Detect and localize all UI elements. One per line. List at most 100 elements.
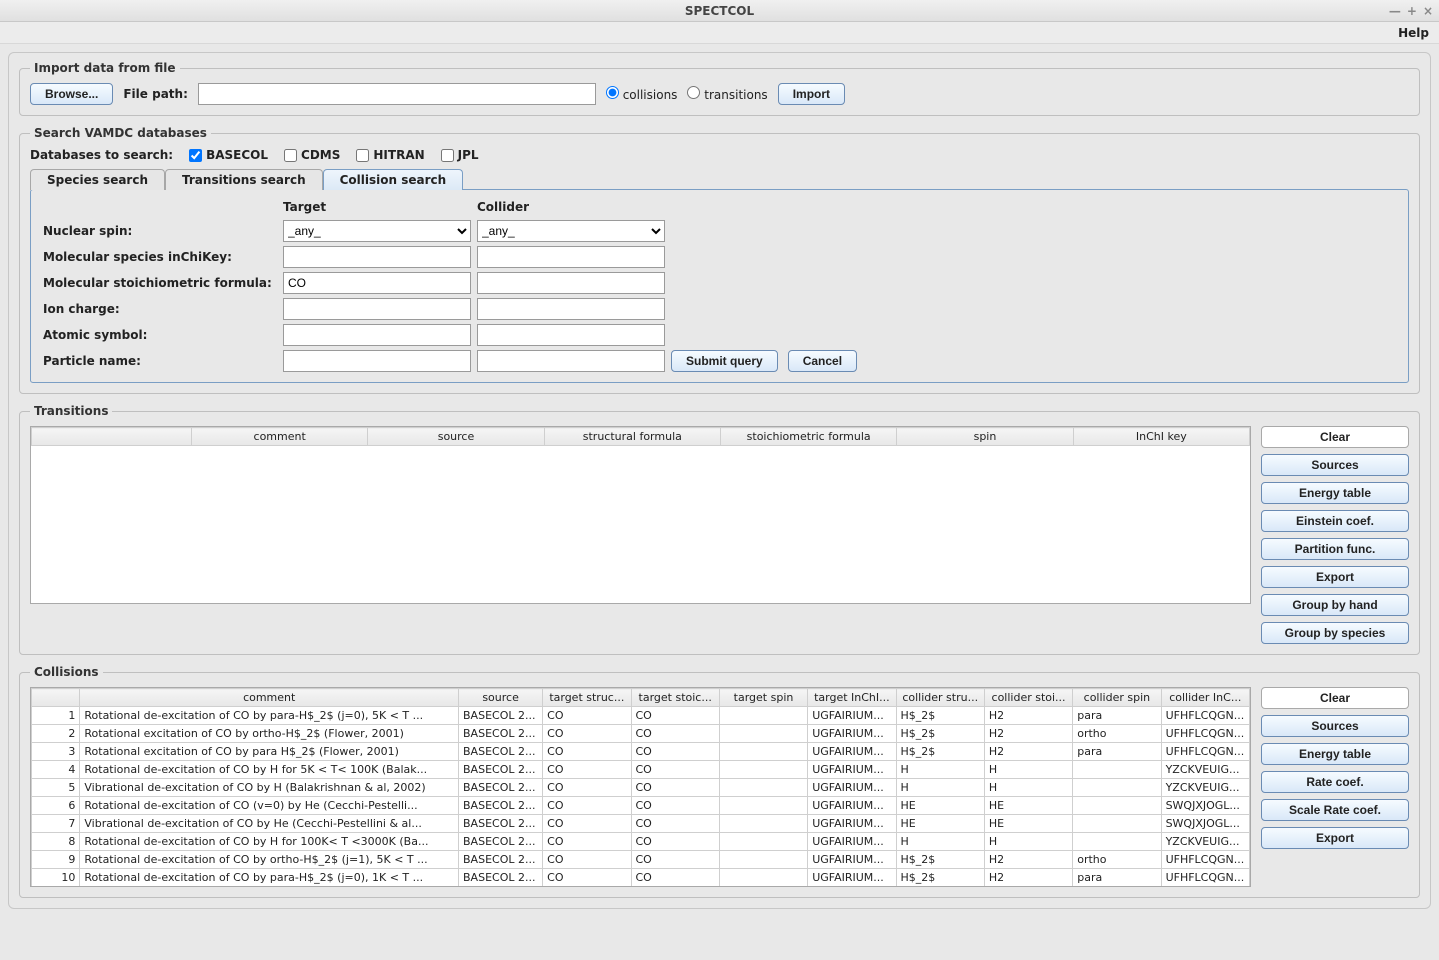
import-section: Import data from file Browse... File pat…: [19, 61, 1420, 116]
ion-charge-label: Ion charge:: [43, 302, 277, 316]
collisions-header[interactable]: [32, 689, 80, 707]
table-cell: H2: [984, 707, 1072, 725]
tab-species[interactable]: Species search: [30, 169, 165, 190]
collisions-header[interactable]: target stoic...: [631, 689, 719, 707]
radio-transitions[interactable]: [687, 86, 700, 99]
minimize-icon[interactable]: —: [1389, 4, 1401, 18]
table-row[interactable]: 7Vibrational de-excitation of CO by He (…: [32, 815, 1250, 833]
collisions-header[interactable]: collider spin: [1073, 689, 1161, 707]
table-row[interactable]: 2Rotational excitation of CO by ortho-H$…: [32, 725, 1250, 743]
menu-help[interactable]: Help: [1398, 26, 1429, 40]
table-row[interactable]: 6 Rotational de-excitation of CO (v=0) b…: [32, 797, 1250, 815]
collider-header: Collider: [477, 200, 665, 216]
transitions-header[interactable]: source: [368, 428, 544, 446]
maximize-icon[interactable]: +: [1407, 4, 1417, 18]
radio-collisions-label[interactable]: collisions: [606, 86, 678, 102]
collider-stoich-input[interactable]: [477, 272, 665, 294]
transitions-export-button[interactable]: Export: [1261, 566, 1409, 588]
tab-transitions-search[interactable]: Transitions search: [165, 169, 323, 190]
table-row[interactable]: 9Rotational de-excitation of CO by ortho…: [32, 851, 1250, 869]
table-cell: CO: [631, 887, 719, 888]
transitions-clear-button[interactable]: Clear: [1261, 426, 1409, 448]
collisions-header[interactable]: collider stru...: [896, 689, 984, 707]
table-cell: HE: [896, 815, 984, 833]
collisions-scale-rate-button[interactable]: Scale Rate coef.: [1261, 799, 1409, 821]
collider-particle-name-input[interactable]: [477, 350, 665, 372]
transitions-energy-button[interactable]: Energy table: [1261, 482, 1409, 504]
target-particle-name-input[interactable]: [283, 350, 471, 372]
collider-inchikey-input[interactable]: [477, 246, 665, 268]
file-path-input[interactable]: [198, 83, 596, 105]
table-cell: UGFAIRIUM...: [808, 725, 896, 743]
collisions-header[interactable]: collider stoi...: [984, 689, 1072, 707]
collisions-rate-button[interactable]: Rate coef.: [1261, 771, 1409, 793]
collisions-table-container[interactable]: commentsourcetarget struc...target stoic…: [30, 687, 1251, 887]
inchikey-label: Molecular species inChiKey:: [43, 250, 277, 264]
collisions-clear-button[interactable]: Clear: [1261, 687, 1409, 709]
collisions-section: Collisions commentsourcetarget struc...t…: [19, 665, 1420, 898]
transitions-header[interactable]: [32, 428, 192, 446]
tab-collision[interactable]: Collision search: [323, 169, 464, 190]
table-row[interactable]: 11Rotational de-excitation of CO by orth…: [32, 887, 1250, 888]
db-jpl[interactable]: JPL: [441, 148, 479, 162]
db-basecol[interactable]: BASECOL: [189, 148, 268, 162]
table-cell: UGFAIRIUM...: [808, 887, 896, 888]
transitions-table-container[interactable]: commentsourcestructural formulastoichiom…: [30, 426, 1251, 604]
collisions-header[interactable]: target struc...: [543, 689, 631, 707]
import-button[interactable]: Import: [778, 83, 845, 105]
collisions-header[interactable]: target spin: [719, 689, 807, 707]
collisions-header[interactable]: source: [459, 689, 543, 707]
transitions-header[interactable]: InChI key: [1073, 428, 1249, 446]
collisions-header[interactable]: comment: [80, 689, 459, 707]
collisions-energy-button[interactable]: Energy table: [1261, 743, 1409, 765]
transitions-section: Transitions commentsourcestructural form…: [19, 404, 1420, 655]
target-header: Target: [283, 200, 471, 216]
target-inchikey-input[interactable]: [283, 246, 471, 268]
collisions-sources-button[interactable]: Sources: [1261, 715, 1409, 737]
collider-nuclear-spin-select[interactable]: _any_: [477, 220, 665, 242]
table-cell: [719, 887, 807, 888]
table-row[interactable]: 5Vibrational de-excitation of CO by H (B…: [32, 779, 1250, 797]
db-cdms[interactable]: CDMS: [284, 148, 340, 162]
collisions-header[interactable]: target InChI...: [808, 689, 896, 707]
table-row[interactable]: 10Rotational de-excitation of CO by para…: [32, 869, 1250, 887]
transitions-partition-button[interactable]: Partition func.: [1261, 538, 1409, 560]
transitions-header[interactable]: spin: [897, 428, 1073, 446]
table-cell: [719, 725, 807, 743]
table-cell: UGFAIRIUM...: [808, 815, 896, 833]
table-row[interactable]: 8Rotational de-excitation of CO by H for…: [32, 833, 1250, 851]
transitions-header[interactable]: comment: [192, 428, 368, 446]
target-nuclear-spin-select[interactable]: _any_: [283, 220, 471, 242]
transitions-sources-button[interactable]: Sources: [1261, 454, 1409, 476]
collisions-side-buttons: Clear Sources Energy table Rate coef. Sc…: [1261, 687, 1409, 887]
collider-ion-charge-input[interactable]: [477, 298, 665, 320]
transitions-group-species-button[interactable]: Group by species: [1261, 622, 1409, 644]
db-hitran[interactable]: HITRAN: [356, 148, 424, 162]
transitions-einstein-button[interactable]: Einstein coef.: [1261, 510, 1409, 532]
collisions-header[interactable]: collider InC...: [1161, 689, 1249, 707]
table-cell: Rotational de-excitation of CO (v=0) by …: [80, 797, 459, 815]
table-row[interactable]: 3Rotational excitation of CO by para H$_…: [32, 743, 1250, 761]
browse-button[interactable]: Browse...: [30, 83, 113, 105]
table-cell: [719, 797, 807, 815]
table-cell: [1073, 833, 1161, 851]
radio-collisions[interactable]: [606, 86, 619, 99]
table-row[interactable]: 1Rotational de-excitation of CO by para-…: [32, 707, 1250, 725]
transitions-header[interactable]: stoichiometric formula: [720, 428, 896, 446]
radio-transitions-label[interactable]: transitions: [687, 86, 767, 102]
transitions-group-hand-button[interactable]: Group by hand: [1261, 594, 1409, 616]
close-icon[interactable]: ×: [1423, 4, 1433, 18]
collisions-export-button[interactable]: Export: [1261, 827, 1409, 849]
collider-atomic-symbol-input[interactable]: [477, 324, 665, 346]
submit-query-button[interactable]: Submit query: [671, 350, 778, 372]
target-atomic-symbol-input[interactable]: [283, 324, 471, 346]
transitions-header[interactable]: structural formula: [544, 428, 720, 446]
table-cell: UFHFLCQGN...: [1161, 869, 1249, 887]
table-cell: 5: [32, 779, 80, 797]
collisions-table: commentsourcetarget struc...target stoic…: [31, 688, 1250, 887]
table-row[interactable]: 4Rotational de-excitation of CO by H for…: [32, 761, 1250, 779]
target-stoich-input[interactable]: [283, 272, 471, 294]
cancel-button[interactable]: Cancel: [788, 350, 857, 372]
target-ion-charge-input[interactable]: [283, 298, 471, 320]
table-cell: Vibrational de-excitation of CO by He (C…: [80, 815, 459, 833]
